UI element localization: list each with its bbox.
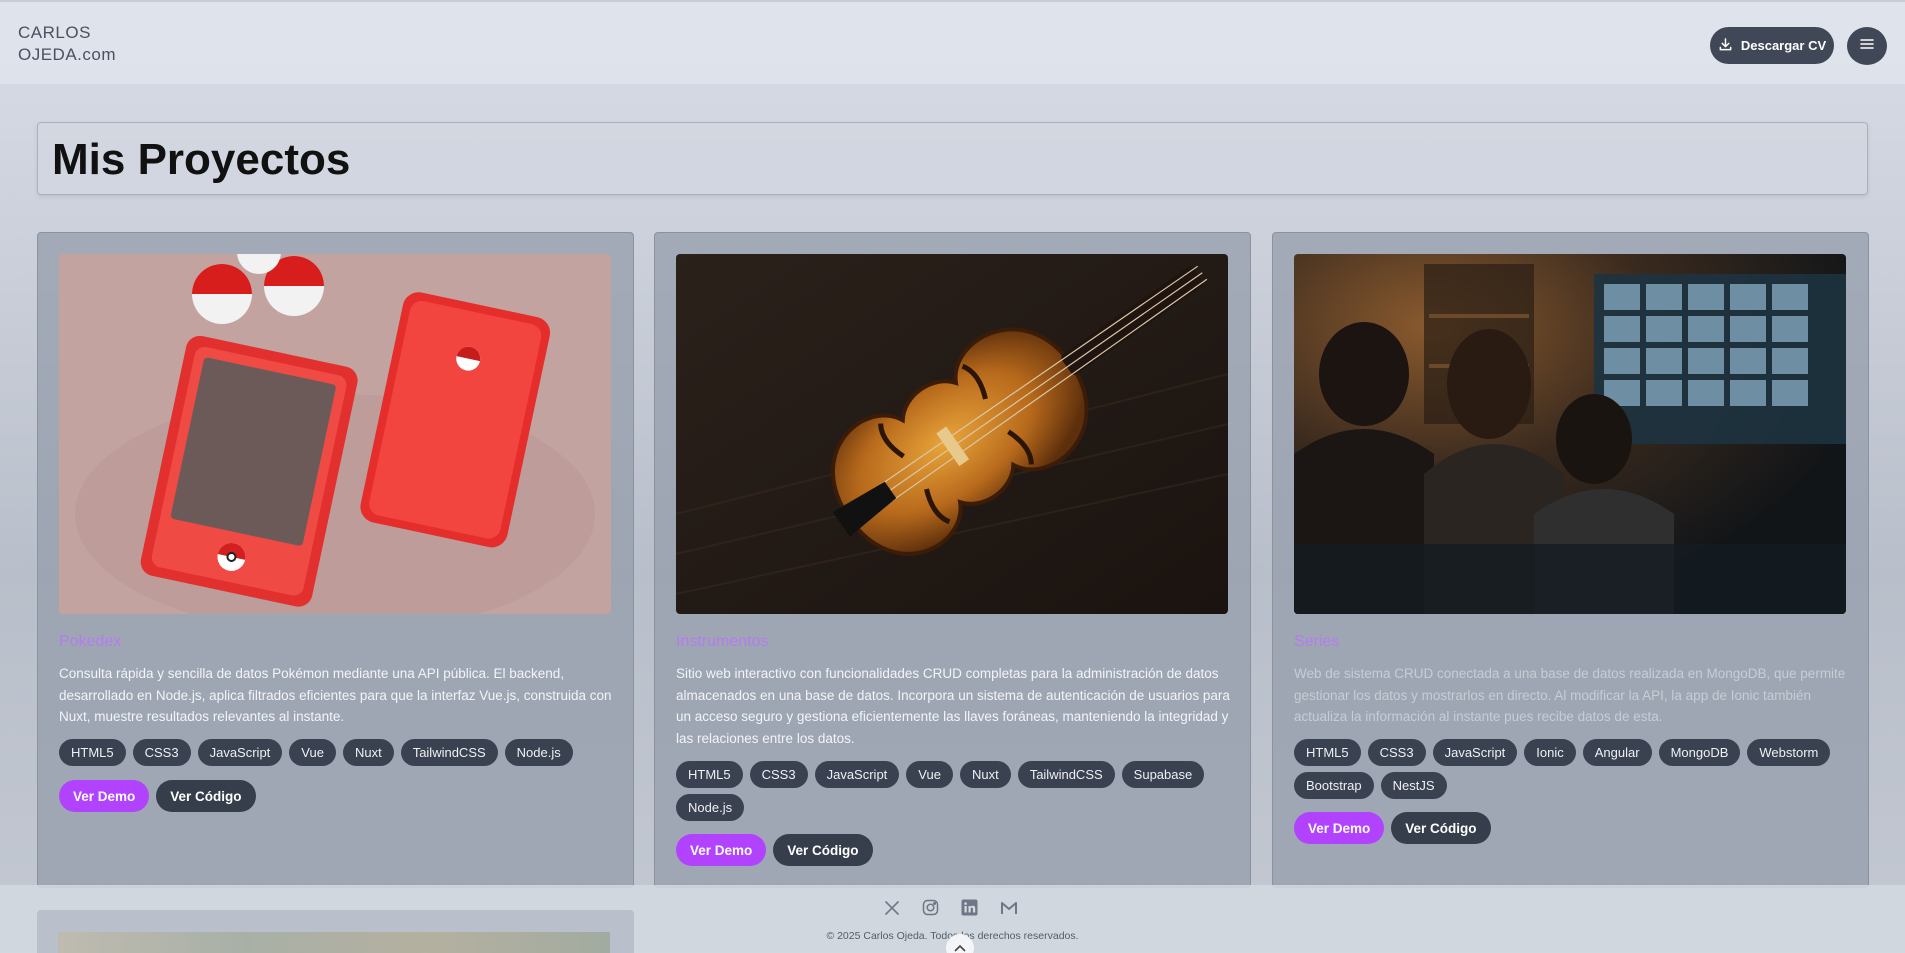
project-actions: Ver Demo Ver Código — [59, 780, 256, 812]
tech-tag: Supabase — [1121, 761, 1205, 788]
project-actions: Ver Demo Ver Código — [1294, 812, 1491, 844]
tech-tag: CSS3 — [132, 739, 191, 766]
tech-tag: Node.js — [504, 739, 573, 766]
view-code-button[interactable]: Ver Código — [1391, 812, 1491, 844]
instagram-icon[interactable] — [921, 898, 940, 917]
project-card-pokedex: Pokedex Consulta rápida y sencilla de da… — [37, 232, 634, 888]
project-image-series — [1294, 254, 1846, 614]
tech-tag: MongoDB — [1658, 739, 1741, 766]
tech-tag: NestJS — [1380, 772, 1447, 799]
top-navbar: CARLOS OJEDA.com Descargar CV — [0, 0, 1905, 84]
view-demo-button[interactable]: Ver Demo — [59, 780, 150, 812]
logo-line2: OJEDA.com — [18, 45, 117, 64]
site-logo[interactable]: CARLOS OJEDA.com — [18, 22, 116, 66]
project-name[interactable]: Pokedex — [59, 633, 121, 651]
project-name[interactable]: Series — [1294, 633, 1339, 651]
download-icon — [1718, 37, 1733, 55]
download-cv-label: Descargar CV — [1740, 38, 1827, 53]
view-demo-button[interactable]: Ver Demo — [676, 834, 767, 866]
gmail-icon[interactable] — [999, 898, 1018, 917]
tech-tag: JavaScript — [814, 761, 900, 788]
chevron-up-icon — [954, 939, 966, 953]
tech-tag: Vue — [906, 761, 953, 788]
tech-tag: TailwindCSS — [400, 739, 498, 766]
linkedin-icon[interactable] — [960, 898, 979, 917]
tech-tag: HTML5 — [676, 761, 743, 788]
view-demo-button[interactable]: Ver Demo — [1294, 812, 1385, 844]
project-tags: HTML5 CSS3 JavaScript Vue Nuxt TailwindC… — [676, 761, 1236, 821]
project-image-pokedex — [59, 254, 611, 614]
tech-tag: JavaScript — [1432, 739, 1518, 766]
page-title: Mis Proyectos — [52, 135, 351, 184]
tech-tag: Bootstrap — [1294, 772, 1374, 799]
project-description: Web de sistema CRUD conectada a una base… — [1294, 666, 1846, 724]
view-code-button[interactable]: Ver Código — [773, 834, 873, 866]
tech-tag: CSS3 — [1367, 739, 1426, 766]
view-code-button[interactable]: Ver Código — [156, 780, 256, 812]
project-description: Consulta rápida y sencilla de datos Poké… — [59, 666, 612, 724]
tech-tag: Webstorm — [1747, 739, 1831, 766]
tech-tag: Node.js — [676, 794, 745, 821]
tech-tag: Nuxt — [959, 761, 1011, 788]
page-title-box: Mis Proyectos — [37, 122, 1868, 195]
project-tags: HTML5 CSS3 JavaScript Vue Nuxt TailwindC… — [59, 739, 619, 766]
tech-tag: CSS3 — [749, 761, 808, 788]
project-card-instrumentos: Instrumentos Sitio web interactivo con f… — [654, 232, 1251, 888]
project-description: Sitio web interactivo con funcionalidade… — [676, 666, 1230, 746]
logo-line1: CARLOS — [18, 23, 91, 42]
tech-tag: Vue — [289, 739, 336, 766]
project-tags: HTML5 CSS3 JavaScript Ionic Angular Mong… — [1294, 739, 1854, 799]
tech-tag: JavaScript — [197, 739, 283, 766]
tech-tag: Nuxt — [342, 739, 394, 766]
project-actions: Ver Demo Ver Código — [676, 834, 873, 866]
project-card-series: Series Web de sistema CRUD conectada a u… — [1272, 232, 1869, 888]
tech-tag: HTML5 — [59, 739, 126, 766]
download-cv-button[interactable]: Descargar CV — [1710, 27, 1834, 64]
menu-icon — [1860, 37, 1874, 55]
project-name[interactable]: Instrumentos — [676, 633, 768, 651]
tech-tag: Angular — [1582, 739, 1652, 766]
tech-tag: TailwindCSS — [1017, 761, 1115, 788]
tech-tag: HTML5 — [1294, 739, 1361, 766]
tech-tag: Ionic — [1524, 739, 1576, 766]
project-image-instrumentos — [676, 254, 1228, 614]
hamburger-menu-button[interactable] — [1847, 27, 1887, 65]
social-links — [882, 898, 1018, 917]
x-icon[interactable] — [882, 898, 901, 917]
